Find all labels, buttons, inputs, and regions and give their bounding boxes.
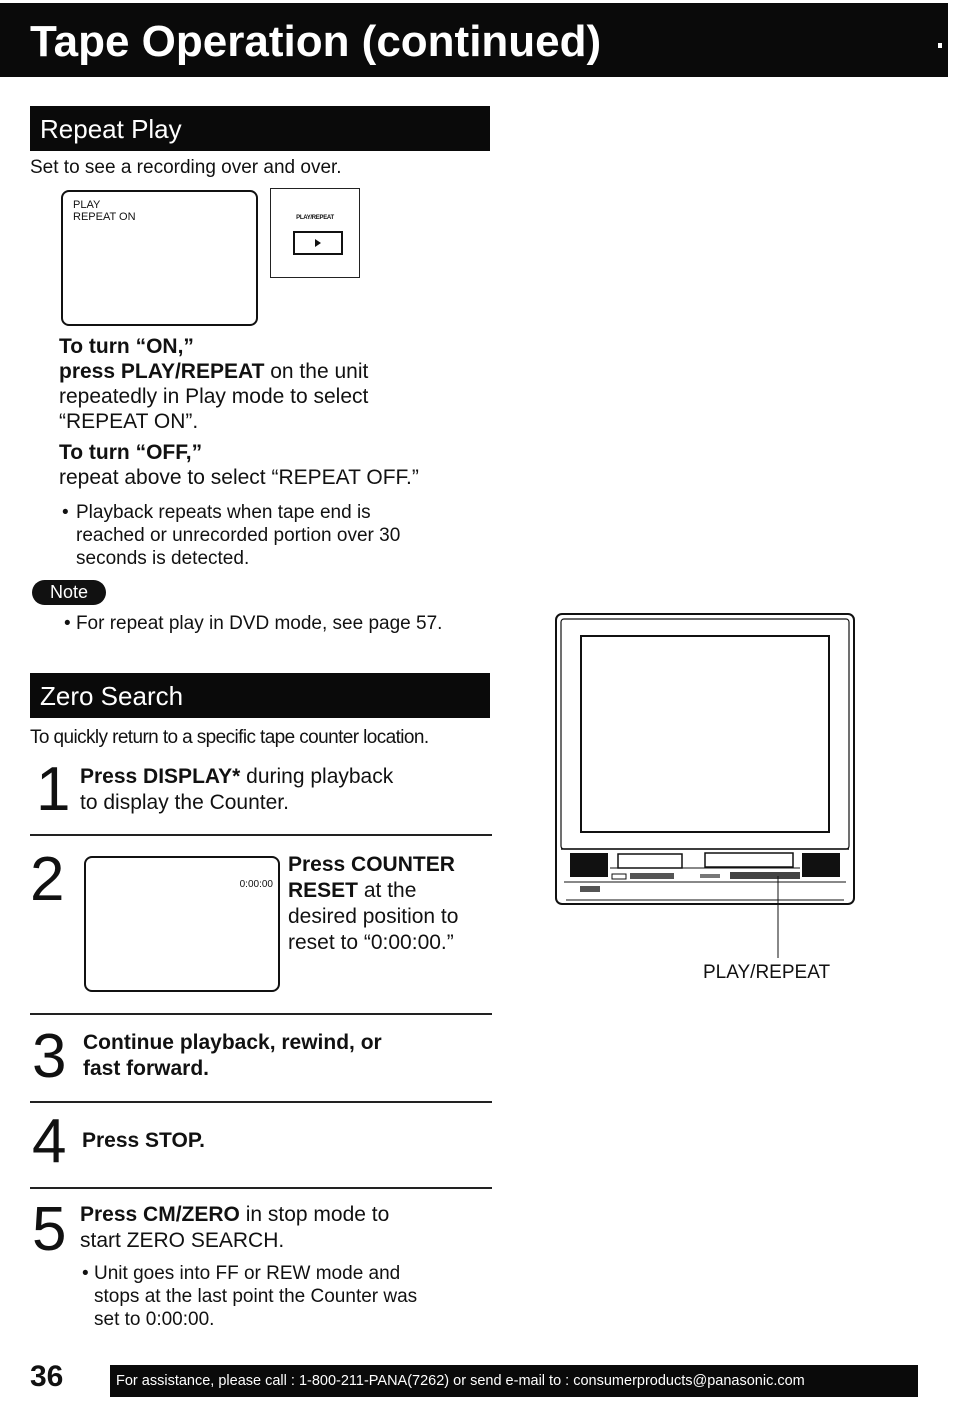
bullet-line: set to 0:00:00. [94, 1309, 215, 1330]
assistance-bar: For assistance, please call : 1-800-211-… [110, 1365, 918, 1397]
step-number: 2 [30, 845, 65, 914]
step-5-bullet: • Unit goes into FF or REW mode and stop… [82, 1262, 502, 1331]
divider [30, 1101, 492, 1103]
page-title-bar: Tape Operation (continued) [0, 3, 948, 77]
speaker-left [570, 853, 608, 877]
step-line: start ZERO SEARCH. [80, 1229, 285, 1252]
divider [30, 834, 492, 836]
bullet-line: reached or unrecorded portion over 30 [76, 525, 401, 546]
assistance-text: For assistance, please call : 1-800-211-… [116, 1373, 805, 1389]
repeat-bullet: • Playback repeats when tape end is reac… [62, 501, 492, 570]
step-line: to display the Counter. [80, 791, 289, 814]
bullet-line: Playback repeats when tape end is [76, 502, 371, 523]
bullet-line: Unit goes into FF or REW mode and [94, 1263, 401, 1284]
step-1-text: Press DISPLAY* during playback to displa… [80, 764, 393, 816]
step-line: reset to “0:00:00.” [288, 931, 454, 954]
note-line: For repeat play in DVD mode, see page 57… [75, 613, 443, 634]
bullet-icon: • [62, 502, 69, 523]
play-repeat-button[interactable] [293, 231, 343, 255]
divider [30, 1013, 492, 1015]
zero-search-intro: To quickly return to a specific tape cou… [30, 727, 429, 748]
step-bold: fast forward. [83, 1057, 210, 1080]
on-text: on the unit [264, 360, 369, 383]
repeat-play-intro: Set to see a recording over and over. [30, 157, 342, 178]
off-text: repeat above to select “REPEAT OFF.” [59, 466, 419, 489]
note-badge: Note [32, 580, 106, 605]
counter-readout: 0:00:00 [239, 879, 273, 890]
section-heading-zero-search: Zero Search [30, 673, 490, 718]
step-2-text: Press COUNTER RESET at the desired posit… [288, 852, 493, 956]
step-5-text: Press CM/ZERO in stop mode to start ZERO… [80, 1202, 389, 1254]
speaker-right [802, 853, 840, 877]
play-triangle-icon [315, 239, 321, 247]
step-3-text: Continue playback, rewind, or fast forwa… [83, 1030, 382, 1082]
step-number: 4 [32, 1107, 67, 1176]
on-bold-action: press PLAY/REPEAT [59, 360, 265, 383]
tv-vcr-illustration [555, 613, 855, 958]
step-bold: Press DISPLAY* [80, 765, 241, 788]
section-heading-text: Repeat Play [40, 114, 182, 144]
page-title: Tape Operation (continued) [30, 17, 602, 66]
bullet-icon: • [82, 1263, 89, 1284]
play-repeat-button-panel: PLAY/REPEAT [270, 188, 360, 278]
osd-screen-repeat: PLAY REPEAT ON [61, 190, 258, 326]
osd-line: REPEAT ON [73, 211, 136, 223]
step-number: 1 [36, 755, 71, 824]
play-repeat-control [730, 872, 800, 879]
tv-screen [580, 635, 830, 833]
on-text: repeatedly in Play mode to select [59, 385, 369, 408]
note-text: • For repeat play in DVD mode, see page … [64, 612, 494, 635]
section-heading-text: Zero Search [40, 681, 184, 711]
step-line: in stop mode to [239, 1203, 390, 1226]
step-line: desired position to [288, 905, 459, 928]
bullet-icon: • [64, 613, 76, 634]
button-label: PLAY/REPEAT [296, 215, 334, 221]
turn-off-heading: To turn “OFF,” [59, 441, 203, 464]
step-line: during playback [240, 765, 394, 788]
bullet-line: seconds is detected. [76, 548, 250, 569]
repeat-on-instructions: To turn “ON,” press PLAY/REPEAT on the u… [59, 334, 489, 490]
step-4-text: Press STOP. [82, 1129, 205, 1152]
section-heading-repeat-play: Repeat Play [30, 106, 490, 151]
page-number: 36 [30, 1360, 64, 1393]
bullet-line: stops at the last point the Counter was [94, 1286, 418, 1307]
step-bold: Press CM/ZERO [80, 1203, 240, 1226]
step-number: 5 [32, 1195, 67, 1264]
turn-on-heading: To turn “ON,” [59, 335, 194, 358]
callout-label: PLAY/REPEAT [703, 962, 831, 983]
on-text: “REPEAT ON”. [59, 410, 199, 433]
control-buttons [630, 873, 674, 879]
step-line: at the [358, 879, 417, 902]
decorative-mark [938, 43, 942, 48]
step-bold: RESET [288, 879, 359, 902]
step-bold: Press COUNTER [288, 853, 455, 876]
osd-screen-counter: 0:00:00 [84, 856, 280, 992]
step-number: 3 [32, 1022, 67, 1091]
divider [30, 1187, 492, 1189]
step-bold: Continue playback, rewind, or [83, 1031, 382, 1054]
osd-line: PLAY [73, 199, 101, 211]
